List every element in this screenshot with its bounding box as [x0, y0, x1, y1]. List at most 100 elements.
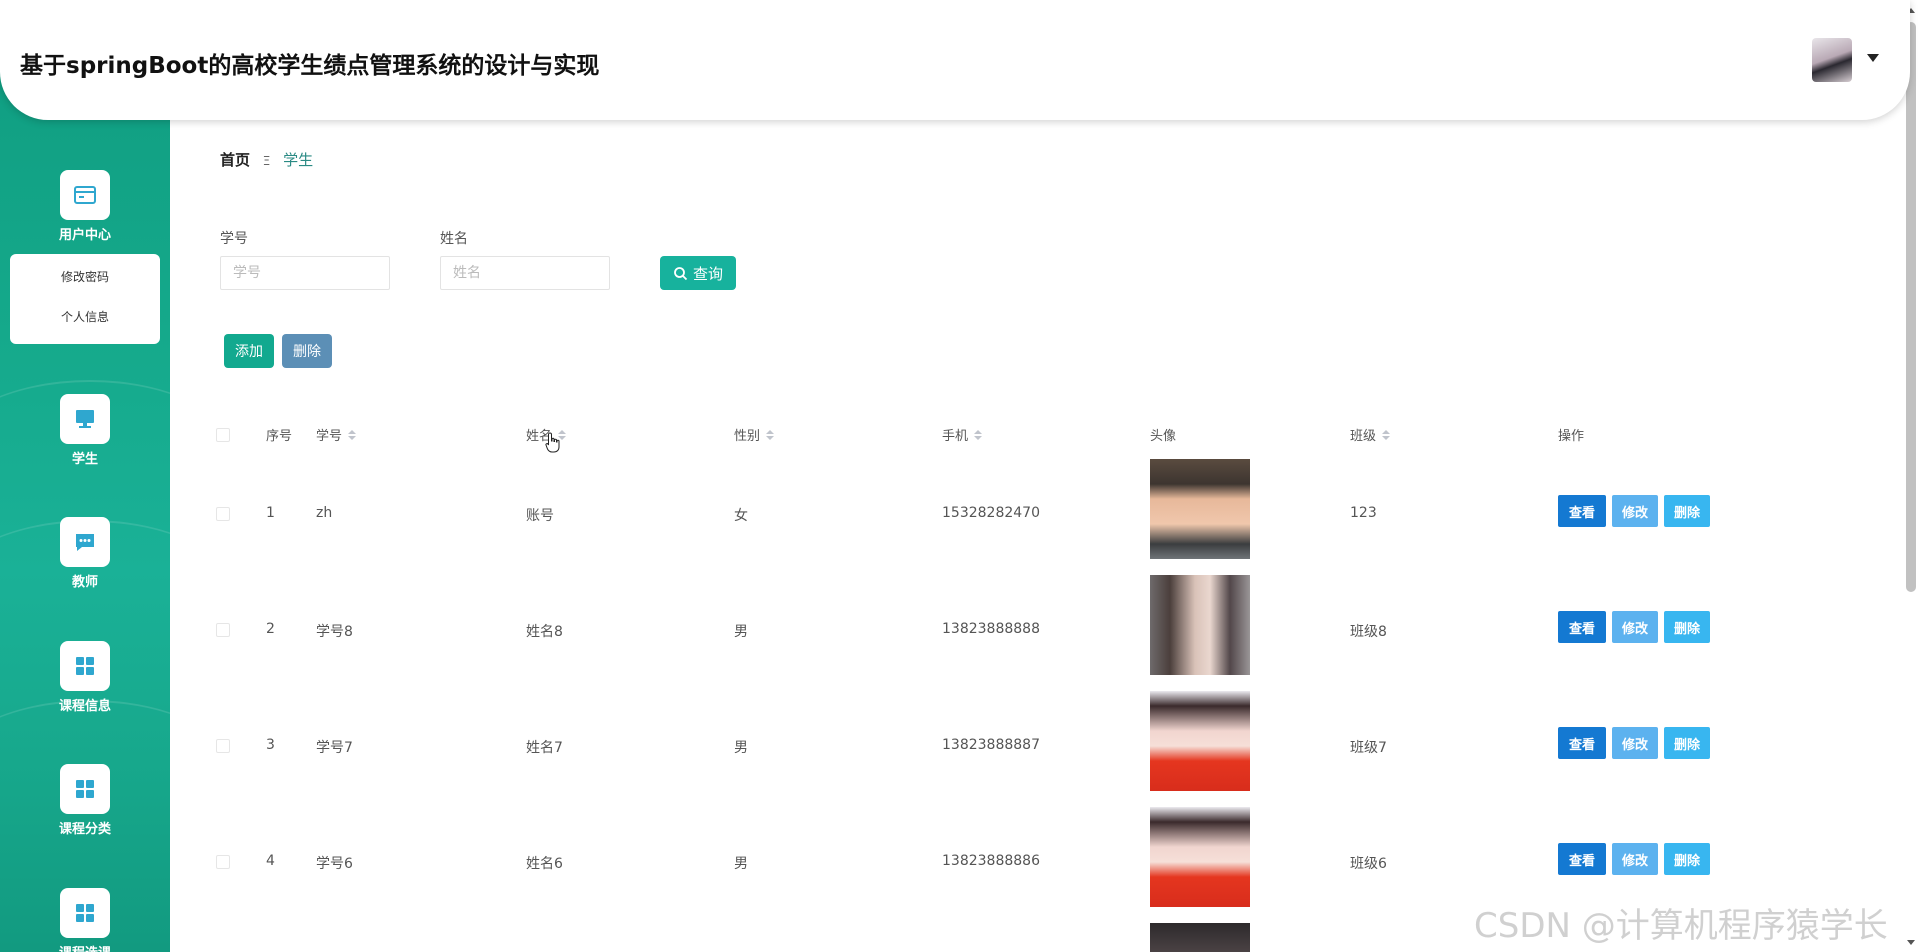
submenu-item-change-password[interactable]: 修改密码	[10, 257, 160, 297]
cell-index: 3	[266, 737, 275, 753]
app-title: 基于springBoot的高校学生绩点管理系统的设计与实现	[20, 53, 600, 79]
avatar-thumbnail[interactable]	[1150, 575, 1250, 675]
query-button[interactable]: 查询	[660, 256, 736, 290]
row-checkbox[interactable]	[216, 507, 230, 521]
avatar-thumbnail[interactable]	[1150, 923, 1250, 952]
cell-class: 班级6	[1350, 856, 1387, 872]
sidebar-item-course-selection[interactable]: 课程选课	[0, 888, 170, 952]
table-row: 1 zh 账号 女 15328282470 123 查看 修改 删除	[0, 455, 1900, 571]
cell-index: 4	[266, 853, 275, 869]
sidebar-item-label: 课程选课	[0, 942, 170, 952]
column-header-phone[interactable]: 手机	[942, 425, 983, 444]
search-label-name: 姓名	[440, 231, 468, 247]
cell-name: 姓名7	[526, 740, 563, 756]
top-header: 基于springBoot的高校学生绩点管理系统的设计与实现	[0, 0, 1910, 120]
sidebar-item-label: 课程分类	[58, 822, 111, 837]
cell-class: 班级8	[1350, 624, 1387, 640]
sidebar-item-label: 教师	[71, 575, 98, 590]
edit-button[interactable]: 修改	[1612, 611, 1658, 643]
breadcrumb-home[interactable]: 首页	[220, 151, 250, 169]
delete-button[interactable]: 删除	[1664, 611, 1710, 643]
column-header-label: 头像	[1150, 429, 1177, 444]
column-header-label: 序号	[266, 429, 293, 444]
caret-down-icon[interactable]	[1867, 54, 1879, 62]
sidebar-item-label: 课程信息	[58, 699, 111, 714]
cell-name: 账号	[526, 508, 554, 524]
hand-cursor-icon	[545, 432, 560, 453]
sort-icon[interactable]	[974, 429, 983, 440]
delete-button[interactable]: 删除	[1664, 727, 1710, 759]
column-header-label: 操作	[1558, 429, 1585, 444]
batch-delete-button[interactable]: 删除	[282, 334, 332, 368]
vertical-scrollbar[interactable]	[1906, 22, 1916, 592]
add-button[interactable]: 添加	[224, 334, 274, 368]
submenu-item-profile[interactable]: 个人信息	[10, 297, 160, 337]
cell-gender: 男	[734, 624, 748, 640]
edit-button[interactable]: 修改	[1612, 495, 1658, 527]
row-checkbox[interactable]	[216, 623, 230, 637]
cell-gender: 男	[734, 856, 748, 872]
cell-student-no: 学号6	[316, 856, 353, 872]
cell-index: 1	[266, 505, 275, 521]
breadcrumb-current: 学生	[283, 151, 314, 169]
search-input-student-no[interactable]	[220, 256, 390, 290]
table-row: 3 学号7 姓名7 男 13823888887 班级7 查看 修改 删除	[0, 687, 1900, 803]
sidebar-item-user-center[interactable]: 用户中心	[0, 170, 170, 243]
sidebar-item-students[interactable]: 学生	[0, 394, 170, 467]
sidebar-item-teachers[interactable]: 教师	[0, 517, 170, 590]
column-header-student-no[interactable]: 学号	[316, 425, 357, 444]
view-button[interactable]: 查看	[1558, 727, 1606, 759]
sidebar: 用户中心 修改密码 个人信息 学生 教师 课程信息 课程分类 课程选课	[0, 0, 170, 952]
user-center-submenu: 修改密码 个人信息	[10, 254, 160, 344]
watermark: CSDN @计算机程序猿学长	[1474, 906, 1888, 946]
search-label-student-no: 学号	[220, 231, 248, 247]
query-button-label: 查询	[692, 264, 723, 283]
sidebar-item-label: 学生	[71, 452, 98, 467]
column-header-index: 序号	[266, 425, 292, 444]
view-button[interactable]: 查看	[1558, 495, 1606, 527]
cell-gender: 男	[734, 740, 748, 756]
column-header-label: 手机	[942, 429, 969, 444]
delete-button[interactable]: 删除	[1664, 843, 1710, 875]
delete-button[interactable]: 删除	[1664, 495, 1710, 527]
cell-phone: 13823888887	[942, 737, 1040, 753]
cell-student-no: zh	[316, 505, 333, 521]
row-checkbox[interactable]	[216, 855, 230, 869]
cell-name: 姓名6	[526, 856, 563, 872]
edit-button[interactable]: 修改	[1612, 727, 1658, 759]
select-all-checkbox[interactable]	[216, 428, 230, 442]
column-header-class[interactable]: 班级	[1350, 425, 1391, 444]
breadcrumb-separator: Ξ	[262, 154, 271, 168]
monitor-icon	[60, 394, 110, 444]
user-avatar[interactable]	[1812, 38, 1852, 82]
cell-phone: 15328282470	[942, 505, 1040, 521]
cell-student-no: 学号8	[316, 624, 353, 640]
edit-button[interactable]: 修改	[1612, 843, 1658, 875]
view-button[interactable]: 查看	[1558, 843, 1606, 875]
sidebar-item-course-category[interactable]: 课程分类	[0, 764, 170, 837]
column-header-avatar: 头像	[1150, 425, 1176, 444]
cell-class: 班级7	[1350, 740, 1387, 756]
column-header-gender[interactable]: 性别	[734, 425, 775, 444]
sort-icon[interactable]	[348, 429, 357, 440]
table-row: 2 学号8 姓名8 男 13823888888 班级8 查看 修改 删除	[0, 571, 1900, 687]
scroll-down-arrow-icon[interactable]	[1907, 940, 1915, 945]
grid-icon	[60, 641, 110, 691]
cell-phone: 13823888888	[942, 621, 1040, 637]
sort-icon[interactable]	[766, 429, 775, 440]
sidebar-item-course-info[interactable]: 课程信息	[0, 641, 170, 714]
search-input-name[interactable]	[440, 256, 610, 290]
sort-icon[interactable]	[1382, 429, 1391, 440]
view-button[interactable]: 查看	[1558, 611, 1606, 643]
avatar-thumbnail[interactable]	[1150, 691, 1250, 791]
avatar-thumbnail[interactable]	[1150, 459, 1250, 559]
column-header-label: 学号	[316, 429, 343, 444]
avatar-thumbnail[interactable]	[1150, 807, 1250, 907]
breadcrumb: 首页 Ξ 学生	[220, 149, 313, 170]
column-header-ops: 操作	[1558, 425, 1584, 444]
chat-icon	[60, 517, 110, 567]
cell-student-no: 学号7	[316, 740, 353, 756]
cell-index: 2	[266, 621, 275, 637]
row-checkbox[interactable]	[216, 739, 230, 753]
column-header-label: 班级	[1350, 429, 1377, 444]
